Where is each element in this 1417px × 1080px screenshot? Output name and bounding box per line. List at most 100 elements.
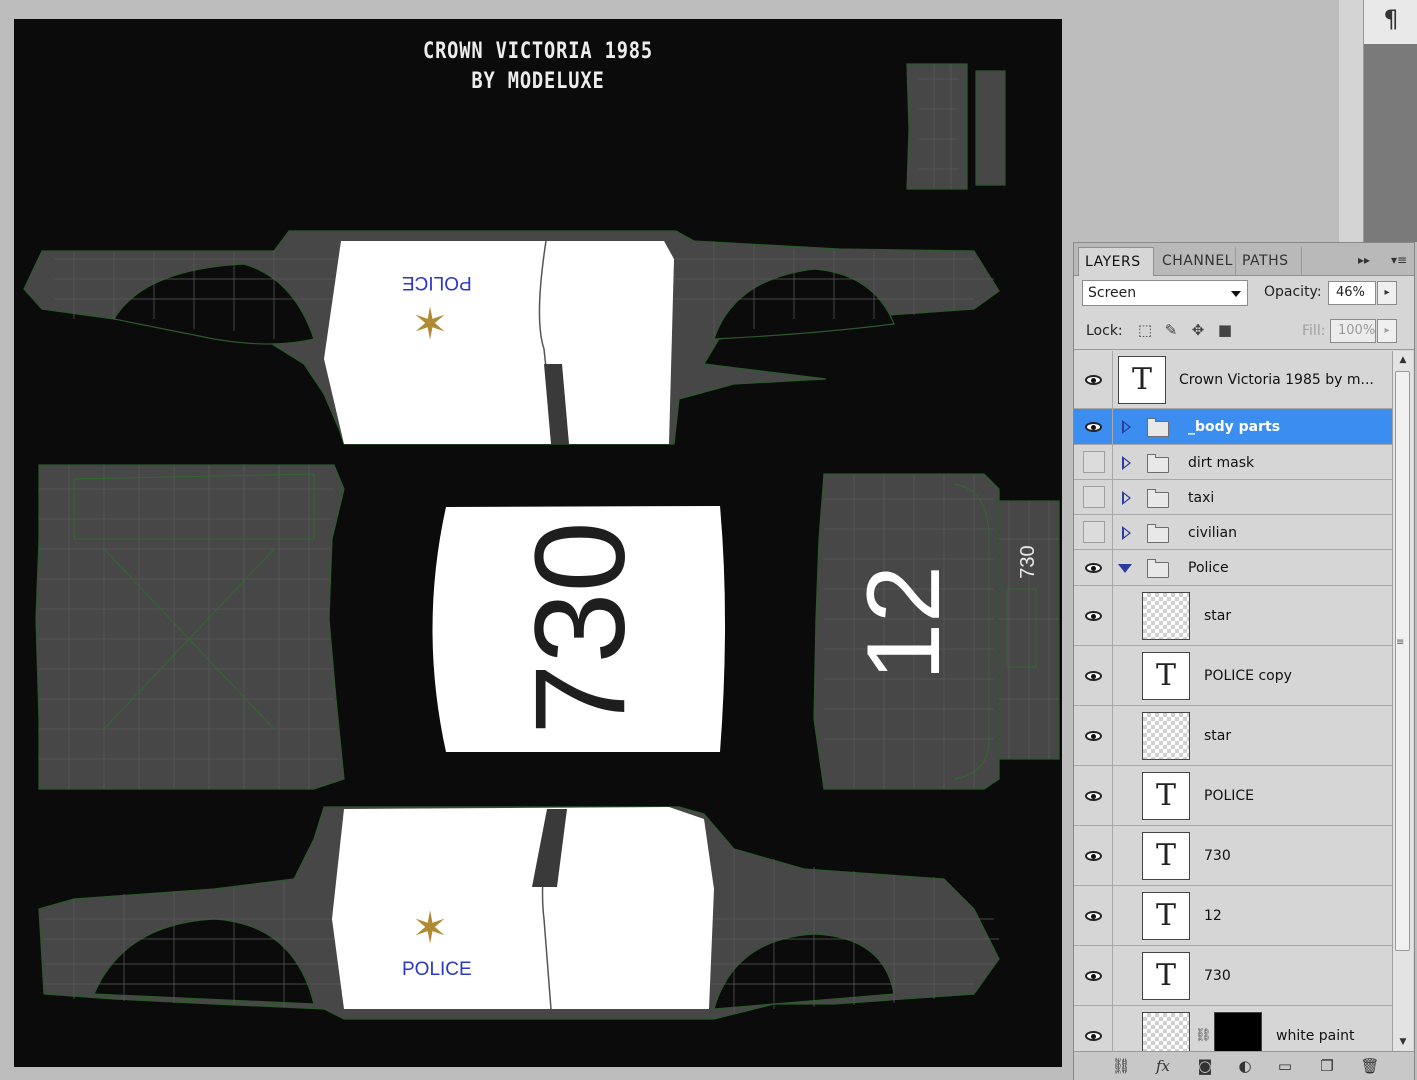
layer-row[interactable]: dirt mask <box>1074 445 1392 480</box>
tab-overflow-icon[interactable]: ▸▸ <box>1352 247 1376 273</box>
new-group-icon[interactable]: ▭ <box>1274 1056 1296 1076</box>
expand-arrow-icon[interactable] <box>1122 420 1131 434</box>
adjustment-layer-icon[interactable]: ◐ <box>1234 1056 1256 1076</box>
visibility-toggle[interactable] <box>1080 518 1108 546</box>
layer-name: 730 <box>1204 968 1231 984</box>
layer-row[interactable]: civilian <box>1074 515 1392 550</box>
eye-icon <box>1085 731 1102 741</box>
layer-divider <box>1112 1006 1113 1051</box>
raster-layer-thumbnail <box>1142 712 1190 760</box>
layer-row[interactable]: T POLICE <box>1074 766 1392 826</box>
visibility-toggle[interactable] <box>1080 366 1108 394</box>
scrollbar-thumb[interactable] <box>1395 371 1410 951</box>
text-layer-thumbnail-icon: T <box>1142 892 1190 940</box>
lock-transparent-icon[interactable]: ⬚ <box>1136 321 1154 339</box>
visibility-toggle[interactable] <box>1080 962 1108 990</box>
visibility-toggle[interactable] <box>1080 1022 1108 1050</box>
layer-row[interactable]: Police <box>1074 550 1392 586</box>
add-mask-icon[interactable]: ◙ <box>1194 1056 1216 1076</box>
opacity-label: Opacity: <box>1264 284 1322 300</box>
blend-mode-select[interactable]: Screen <box>1082 280 1248 306</box>
layer-name: star <box>1204 608 1232 624</box>
layers-scrollbar[interactable]: ▲ ≡ ▼ <box>1392 351 1413 1051</box>
layer-divider <box>1112 706 1113 765</box>
lock-image-brush-icon[interactable]: ✎ <box>1162 321 1180 339</box>
tab-layers[interactable]: LAYERS <box>1078 247 1154 276</box>
eye-icon <box>1085 422 1102 432</box>
blend-mode-value: Screen <box>1088 285 1137 301</box>
visibility-toggle[interactable] <box>1080 554 1108 582</box>
expand-arrow-icon[interactable] <box>1122 526 1131 540</box>
visibility-toggle[interactable] <box>1080 413 1108 441</box>
tab-channels[interactable]: CHANNEL <box>1156 247 1236 275</box>
lock-position-move-icon[interactable]: ✥ <box>1189 321 1207 339</box>
layer-mask-thumbnail[interactable] <box>1214 1012 1262 1051</box>
layer-row[interactable]: star <box>1074 706 1392 766</box>
layer-row[interactable]: ⛓ white paint <box>1074 1006 1392 1051</box>
opacity-field[interactable]: 46% <box>1328 281 1376 305</box>
link-layers-icon[interactable]: ⛓ <box>1110 1056 1132 1076</box>
folder-icon <box>1147 418 1169 437</box>
small-part-uv <box>906 63 1006 190</box>
new-layer-icon[interactable]: ❐ <box>1316 1056 1338 1076</box>
layer-row[interactable]: T 12 <box>1074 886 1392 946</box>
hidden-eye-box <box>1083 486 1105 508</box>
scroll-down-icon[interactable]: ▼ <box>1393 1033 1413 1051</box>
layer-row[interactable]: taxi <box>1074 480 1392 515</box>
visibility-toggle[interactable] <box>1080 842 1108 870</box>
expand-arrow-icon[interactable] <box>1122 456 1131 470</box>
trunk-number: 12 <box>846 565 962 681</box>
eye-icon <box>1085 1031 1102 1041</box>
visibility-toggle[interactable] <box>1080 782 1108 810</box>
visibility-toggle[interactable] <box>1080 448 1108 476</box>
expand-arrow-icon[interactable] <box>1122 491 1131 505</box>
eye-icon <box>1085 791 1102 801</box>
layer-name: dirt mask <box>1188 455 1255 471</box>
eye-icon <box>1085 563 1102 573</box>
folder-icon <box>1147 524 1169 543</box>
layer-row-selected[interactable]: _body parts <box>1074 409 1392 445</box>
right-toolstrip: ¶ <box>1339 0 1417 242</box>
fx-icon[interactable]: fx <box>1152 1056 1174 1076</box>
visibility-toggle[interactable] <box>1080 602 1108 630</box>
fill-field[interactable]: 100% <box>1330 319 1376 343</box>
layer-row[interactable]: T Crown Victoria 1985 by m... <box>1074 351 1392 409</box>
lock-all-icon[interactable]: ■ <box>1216 321 1234 339</box>
paragraph-icon[interactable]: ¶ <box>1363 0 1417 44</box>
visibility-toggle[interactable] <box>1080 662 1108 690</box>
fill-slider-button[interactable]: ▸ <box>1377 319 1397 343</box>
layer-divider <box>1112 586 1113 645</box>
layer-name: 12 <box>1204 908 1222 924</box>
document-canvas[interactable]: CROWN VICTORIA 1985 BY MODELUXE POLICE ✶… <box>14 19 1062 1067</box>
visibility-toggle[interactable] <box>1080 902 1108 930</box>
blend-row: Screen Opacity: 46% ▸ <box>1074 275 1414 311</box>
panel-menu-icon[interactable]: ▾≡ <box>1386 247 1412 273</box>
visibility-toggle[interactable] <box>1080 483 1108 511</box>
layer-row[interactable]: T POLICE copy <box>1074 646 1392 706</box>
layer-divider <box>1112 946 1113 1005</box>
layer-divider <box>1112 646 1113 705</box>
side-body-bottom-uv <box>38 806 1000 1020</box>
layer-divider <box>1112 351 1113 408</box>
lock-label: Lock: <box>1086 323 1123 339</box>
mask-link-icon[interactable]: ⛓ <box>1195 1028 1212 1043</box>
layer-name: POLICE copy <box>1204 668 1292 684</box>
layer-row[interactable]: T 730 <box>1074 826 1392 886</box>
sheriff-star-top: ✶ <box>411 296 449 347</box>
tab-paths[interactable]: PATHS <box>1236 247 1302 275</box>
opacity-slider-button[interactable]: ▸ <box>1377 281 1397 305</box>
collapse-arrow-icon[interactable] <box>1118 564 1132 573</box>
raster-layer-thumbnail <box>1142 592 1190 640</box>
scroll-up-icon[interactable]: ▲ <box>1393 351 1413 369</box>
layer-name: _body parts <box>1188 419 1281 435</box>
trash-icon[interactable]: 🗑 <box>1359 1056 1381 1076</box>
layer-row[interactable]: star <box>1074 586 1392 646</box>
layer-row[interactable]: T 730 <box>1074 946 1392 1006</box>
visibility-toggle[interactable] <box>1080 722 1108 750</box>
raster-layer-thumbnail <box>1142 1012 1190 1051</box>
text-layer-thumbnail-icon: T <box>1142 832 1190 880</box>
scrollbar-grip-icon: ≡ <box>1396 637 1405 648</box>
hood-uv <box>35 464 345 790</box>
door-police-text-bottom: POLICE <box>402 959 472 980</box>
folder-icon <box>1147 454 1169 473</box>
